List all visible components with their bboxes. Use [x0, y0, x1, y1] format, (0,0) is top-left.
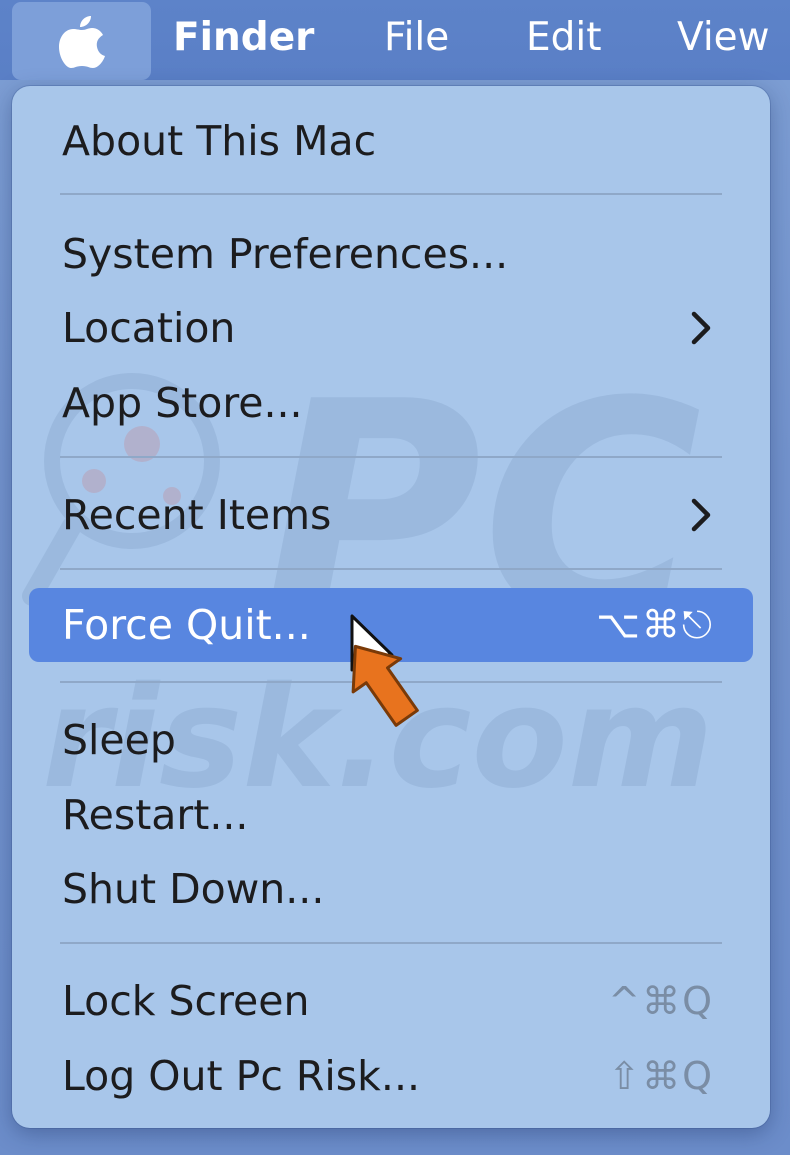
keyboard-shortcut: ^⌘Q [608, 979, 714, 1023]
menu-item-label: Recent Items [62, 491, 332, 539]
menu-item-label: Shut Down... [62, 865, 325, 913]
menu-item-app-store[interactable]: App Store... [12, 368, 770, 438]
menu-item-label: Restart... [62, 791, 249, 839]
menu-item-label: Log Out Pc Risk... [62, 1052, 421, 1100]
menu-bar: Finder File Edit View [0, 0, 790, 80]
apple-dropdown-menu: PC risk.com About This Mac System Prefer… [12, 86, 770, 1128]
menu-item-shut-down[interactable]: Shut Down... [12, 854, 770, 924]
menu-item-about-this-mac[interactable]: About This Mac [12, 106, 770, 176]
menu-item-label: System Preferences... [62, 230, 509, 278]
menu-item-recent-items[interactable]: Recent Items [12, 480, 770, 550]
menu-item-log-out[interactable]: Log Out Pc Risk... ⇧⌘Q [12, 1041, 770, 1111]
menu-separator [60, 942, 722, 944]
menu-item-location[interactable]: Location [12, 293, 770, 363]
chevron-right-icon [691, 311, 711, 345]
menu-item-label: Sleep [62, 716, 176, 764]
menubar-file[interactable]: File [384, 14, 449, 62]
menubar-app-finder[interactable]: Finder [173, 14, 314, 62]
menu-item-label: About This Mac [62, 117, 377, 165]
menu-item-label: Location [62, 304, 236, 352]
menu-item-label: Force Quit... [62, 601, 311, 649]
menu-separator [60, 456, 722, 458]
menu-separator [60, 568, 722, 570]
keyboard-shortcut: ⌥⌘⎋ [596, 602, 714, 647]
keyboard-shortcut: ⇧⌘Q [608, 1054, 714, 1098]
menubar-view[interactable]: View [677, 14, 770, 62]
apple-logo-icon [58, 16, 105, 68]
menu-item-label: App Store... [62, 379, 303, 427]
menu-item-label: Lock Screen [62, 977, 310, 1025]
apple-menu-button[interactable] [12, 2, 151, 80]
menu-item-lock-screen[interactable]: Lock Screen ^⌘Q [12, 966, 770, 1036]
menu-separator [60, 193, 722, 195]
menu-item-restart[interactable]: Restart... [12, 780, 770, 850]
menubar-edit[interactable]: Edit [526, 14, 602, 62]
mouse-pointer-icon [350, 614, 419, 727]
chevron-right-icon [691, 498, 711, 532]
menu-item-system-preferences[interactable]: System Preferences... [12, 219, 770, 289]
